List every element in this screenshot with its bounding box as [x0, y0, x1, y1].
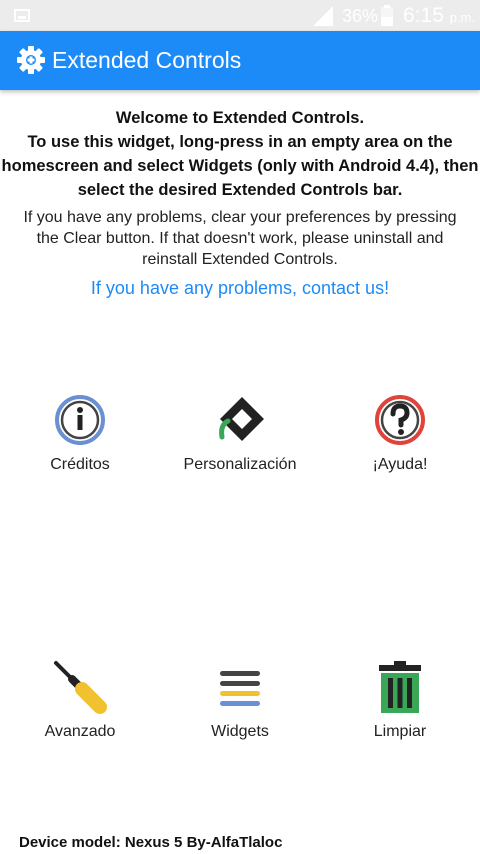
personalizacion-button[interactable]: Personalización: [160, 390, 320, 474]
status-bar: 36% 6:15 p.m.: [0, 0, 480, 31]
avanzado-button[interactable]: Avanzado: [0, 657, 160, 741]
app-bar: Extended Controls: [0, 31, 480, 90]
widgets-button[interactable]: Widgets: [160, 657, 320, 741]
heading-line: select the desired Extended Controls bar…: [77, 181, 403, 199]
ayuda-button[interactable]: ¡Ayuda!: [320, 390, 480, 474]
paint-icon: [219, 397, 264, 441]
info-icon: [55, 395, 105, 445]
help-text: If you have any problems, clear your pre…: [0, 207, 480, 270]
device-model-text: Device model: Nexus 5 By-AlfaTlaloc: [19, 834, 283, 851]
contact-link[interactable]: If you have any problems, contact us!: [0, 278, 480, 299]
limpiar-button[interactable]: Limpiar: [320, 657, 480, 741]
intro-section: Welcome to Extended Controls. To use thi…: [0, 106, 480, 299]
tile-label: Avanzado: [44, 723, 116, 740]
help-line: reinstall Extended Controls.: [142, 251, 338, 268]
gear-icon[interactable]: [16, 45, 46, 75]
help-icon: [375, 395, 425, 445]
image-notification-icon: [14, 9, 30, 22]
screwdriver-icon: [54, 661, 107, 714]
creditos-button[interactable]: Créditos: [0, 390, 160, 474]
battery-percent: 36%: [342, 6, 379, 26]
signal-icon: [313, 6, 333, 26]
app-title: Extended Controls: [52, 47, 242, 73]
welcome-heading: Welcome to Extended Controls. To use thi…: [0, 106, 480, 202]
clock: 6:15 p.m.: [403, 4, 476, 27]
heading-line: To use this widget, long-press in an emp…: [27, 133, 453, 151]
battery-icon: [381, 5, 393, 26]
tile-label: Personalización: [183, 456, 297, 473]
tile-label: Créditos: [50, 456, 110, 473]
help-line: the Clear button. If that doesn't work, …: [36, 230, 444, 247]
heading-line: Welcome to Extended Controls.: [115, 109, 365, 127]
trash-icon: [379, 661, 421, 713]
widgets-icon: [220, 671, 260, 706]
tile-label: Widgets: [211, 723, 269, 740]
tile-label: Limpiar: [373, 723, 427, 740]
tile-label: ¡Ayuda!: [372, 456, 428, 473]
help-line: If you have any problems, clear your pre…: [23, 209, 457, 226]
heading-line: homescreen and select Widgets (only with…: [1, 157, 479, 175]
